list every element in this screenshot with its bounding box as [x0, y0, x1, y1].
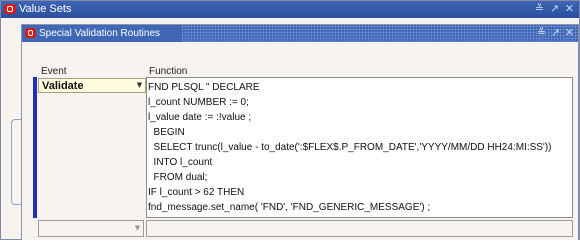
- code-line: fnd_message.set_name( 'FND', 'FND_GENERI…: [148, 202, 431, 213]
- event-select[interactable]: Validate ▼: [38, 78, 146, 93]
- event-column-fill: [38, 93, 146, 218]
- event-column-header: Event: [41, 66, 67, 77]
- function-field-row-2[interactable]: [146, 220, 573, 237]
- code-line: FND PLSQL " DECLARE: [148, 82, 260, 93]
- inner-window-controls: ≚ ↗ ✕: [535, 26, 576, 40]
- page-bottom: [0, 240, 580, 246]
- current-row-indicator: [33, 77, 37, 218]
- value-sets-window: Value Sets ≚ ↗ ✕ Special Validation Rout…: [0, 0, 580, 246]
- event-value: Validate: [42, 80, 84, 92]
- code-line: l_count NUMBER := 0;: [148, 97, 249, 108]
- chevron-down-icon[interactable]: ▼: [135, 80, 144, 91]
- code-line: INTO l_count: [148, 157, 213, 168]
- code-line: BEGIN: [148, 127, 185, 138]
- close-icon[interactable]: ✕: [563, 26, 576, 40]
- window-title: Value Sets: [19, 3, 72, 15]
- minimize-icon[interactable]: ≚: [533, 2, 546, 16]
- maximize-icon[interactable]: ↗: [549, 26, 562, 40]
- inner-window-title: Special Validation Routines: [39, 28, 161, 39]
- value-sets-titlebar[interactable]: Value Sets ≚ ↗ ✕: [1, 1, 579, 18]
- code-line: SELECT trunc(l_value - to_date(':$FLEX$.…: [148, 142, 552, 153]
- code-line: FROM dual;: [148, 172, 208, 183]
- event-select-row-2[interactable]: ▼: [38, 220, 144, 237]
- code-line: IF l_count > 62 THEN: [148, 187, 245, 198]
- code-line: l_value date := :!value ;: [148, 112, 252, 123]
- maximize-icon[interactable]: ↗: [548, 2, 561, 16]
- window-controls: ≚ ↗ ✕: [533, 2, 576, 16]
- oracle-logo-icon: [4, 4, 16, 14]
- oracle-logo-icon: [25, 28, 36, 38]
- chevron-down-icon[interactable]: ▼: [133, 223, 142, 234]
- minimize-icon[interactable]: ≚: [535, 26, 548, 40]
- function-textarea[interactable]: FND PLSQL " DECLARE l_count NUMBER := 0;…: [146, 77, 573, 218]
- inner-titlebar[interactable]: Special Validation Routines ≚ ↗ ✕: [22, 25, 578, 42]
- close-icon[interactable]: ✕: [563, 2, 576, 16]
